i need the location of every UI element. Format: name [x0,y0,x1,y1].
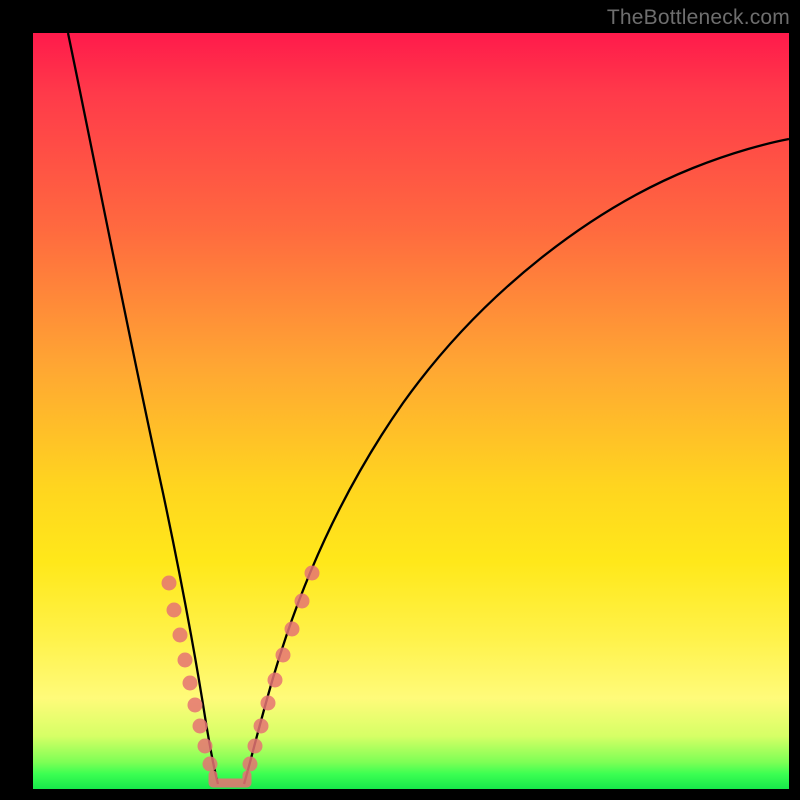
left-dot [178,653,193,668]
watermark-text: TheBottleneck.com [607,6,790,30]
plot-area [33,33,789,789]
chart-frame: TheBottleneck.com [0,0,800,800]
left-dot [193,719,208,734]
right-dot [268,673,283,688]
right-dot [285,622,300,637]
right-dot [248,739,263,754]
bottom-bracket [213,775,247,783]
left-dot [167,603,182,618]
left-dot [183,676,198,691]
right-curve [244,139,789,784]
right-dot [243,757,258,772]
left-dot [173,628,188,643]
right-dot [261,696,276,711]
left-dot [188,698,203,713]
left-dot [198,739,213,754]
left-dot [203,757,218,772]
right-dot [254,719,269,734]
left-dot [162,576,177,591]
right-dot [295,594,310,609]
right-dot [276,648,291,663]
right-dot [305,566,320,581]
left-curve [68,33,218,784]
curve-layer [33,33,789,789]
